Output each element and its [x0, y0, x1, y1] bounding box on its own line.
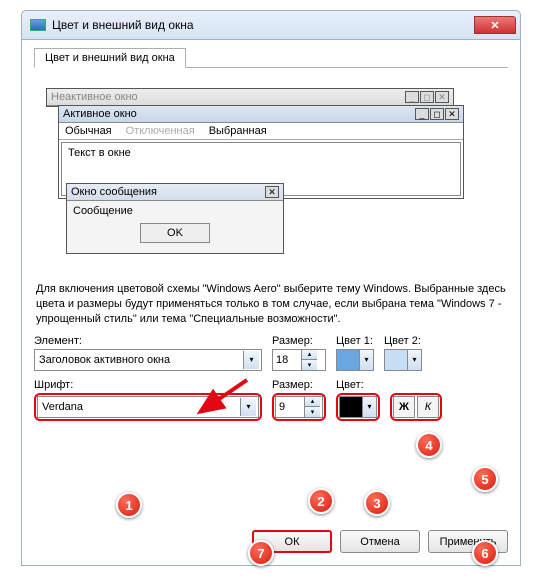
- titlebar: Цвет и внешний вид окна: [21, 10, 521, 40]
- font-value: Verdana: [42, 401, 83, 413]
- chevron-down-icon: ▾: [359, 350, 373, 370]
- active-window-title: Активное окно: [63, 108, 137, 120]
- chevron-down-icon: ▾: [362, 397, 376, 417]
- badge-3: 3: [364, 490, 390, 516]
- bold-button[interactable]: Ж: [393, 396, 415, 418]
- fontcolor-label: Цвет:: [336, 379, 380, 391]
- font-size-spinner[interactable]: ▴▾: [275, 396, 323, 418]
- message-title: Окно сообщения: [71, 186, 157, 198]
- preview-message-window: Окно сообщения ✕ Сообщение OK: [66, 183, 284, 254]
- element-label: Элемент:: [34, 335, 262, 347]
- cancel-button[interactable]: Отмена: [340, 530, 420, 553]
- color1-picker[interactable]: ▾: [336, 349, 374, 371]
- color1-label: Цвет 1:: [336, 335, 374, 347]
- menu-disabled: Отключенная: [126, 125, 195, 137]
- size1-input[interactable]: [273, 354, 301, 366]
- color2-label: Цвет 2:: [384, 335, 422, 347]
- preview-area: Неактивное окно _◻✕ Активное окно _◻✕ Об…: [34, 80, 508, 262]
- annotation-arrow: [192, 378, 252, 423]
- badge-4: 4: [416, 432, 442, 458]
- menu-selected: Выбранная: [209, 125, 267, 137]
- window-buttons: _◻✕: [405, 91, 449, 103]
- window-buttons: _◻✕: [415, 108, 459, 120]
- description-text: Для включения цветовой схемы "Windows Ae…: [36, 282, 506, 327]
- badge-2: 2: [308, 488, 334, 514]
- chevron-down-icon: ▾: [407, 350, 421, 370]
- badge-7: 7: [248, 540, 274, 566]
- element-dropdown[interactable]: Заголовок активного окна ▾: [34, 349, 262, 371]
- close-icon: ✕: [265, 186, 279, 198]
- spin-down-icon[interactable]: ▾: [305, 407, 320, 417]
- menu-row: Обычная Отключенная Выбранная: [59, 123, 463, 140]
- message-body: Сообщение: [73, 205, 133, 217]
- spin-up-icon[interactable]: ▴: [305, 397, 320, 407]
- size2-input[interactable]: [276, 401, 304, 413]
- tab-label: Цвет и внешний вид окна: [45, 52, 175, 64]
- element-value: Заголовок активного окна: [39, 354, 170, 366]
- size1-label: Размер:: [272, 335, 326, 347]
- fontcolor-picker[interactable]: ▾: [339, 396, 377, 418]
- badge-1: 1: [116, 492, 142, 518]
- menu-normal: Обычная: [65, 125, 112, 137]
- window-icon: [30, 19, 46, 31]
- badge-6: 6: [472, 540, 498, 566]
- badge-5: 5: [472, 466, 498, 492]
- spin-down-icon[interactable]: ▾: [302, 360, 317, 370]
- tab-color-appearance[interactable]: Цвет и внешний вид окна: [34, 48, 186, 68]
- chevron-down-icon: ▾: [243, 351, 259, 369]
- message-ok-button: OK: [140, 223, 210, 243]
- color2-picker[interactable]: ▾: [384, 349, 422, 371]
- element-size-spinner[interactable]: ▴▾: [272, 349, 326, 371]
- size2-label: Размер:: [272, 379, 326, 391]
- italic-button[interactable]: К: [417, 396, 439, 418]
- spin-up-icon[interactable]: ▴: [302, 350, 317, 360]
- window-title: Цвет и внешний вид окна: [52, 18, 194, 32]
- inactive-window-title: Неактивное окно: [51, 91, 138, 103]
- close-icon[interactable]: [474, 16, 516, 34]
